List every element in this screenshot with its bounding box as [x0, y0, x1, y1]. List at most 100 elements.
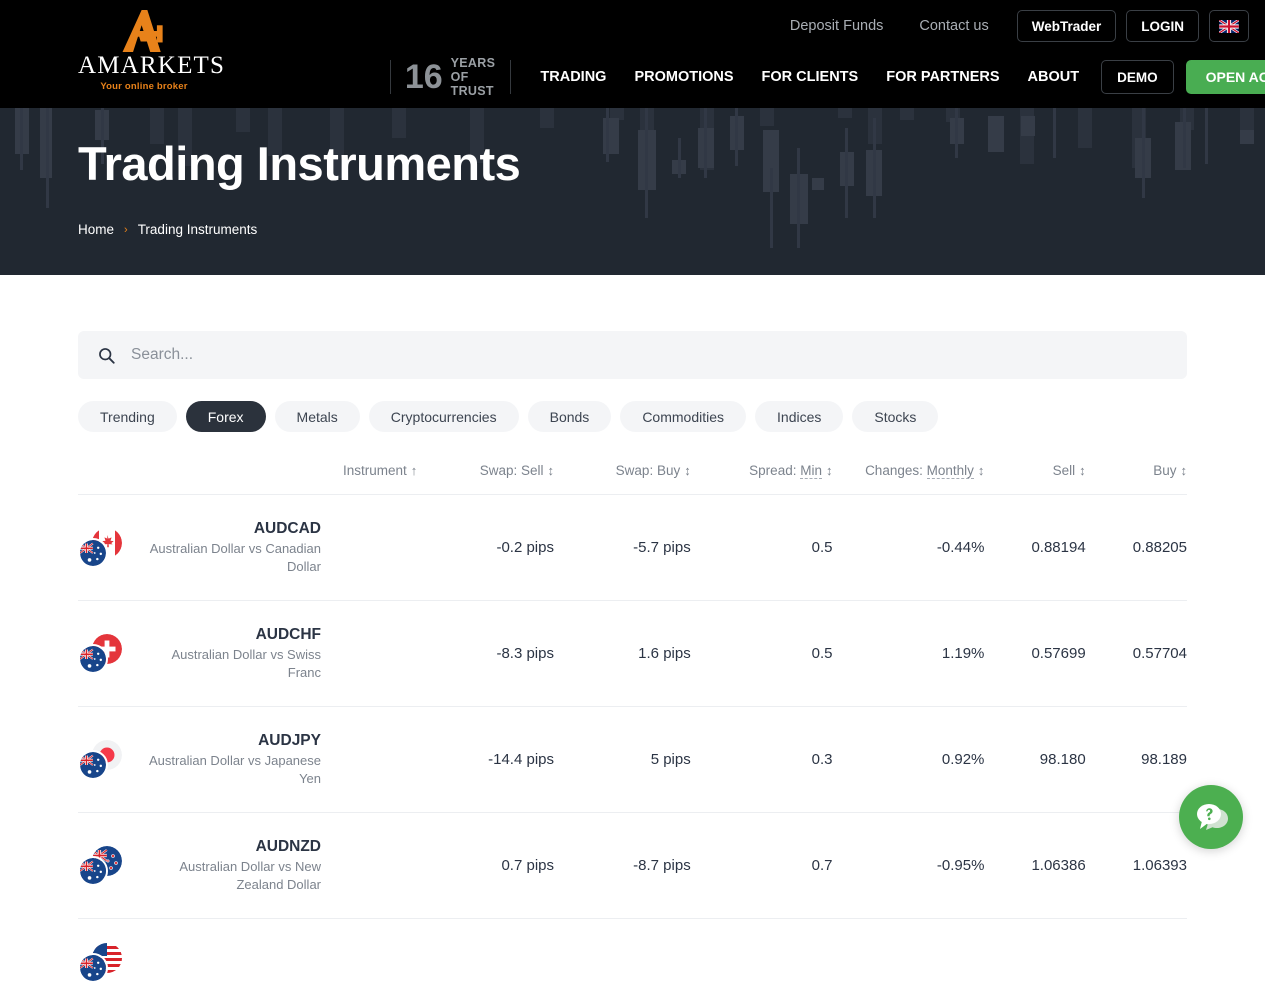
- main-nav: TRADING PROMOTIONS FOR CLIENTS FOR PARTN…: [510, 60, 1265, 94]
- hero-banner: Trading Instruments Home › Trading Instr…: [0, 108, 1265, 275]
- cell-swap-sell: -14.4 pips: [417, 707, 554, 813]
- cell-swap-buy: [554, 919, 691, 1007]
- deposit-funds-link[interactable]: Deposit Funds: [772, 10, 902, 42]
- instrument-flags: [78, 943, 122, 983]
- cell-buy: 0.88205: [1086, 495, 1187, 601]
- cell-spread: 0.7: [691, 813, 833, 919]
- table-row[interactable]: AUDNZD Australian Dollar vs New Zealand D…: [78, 813, 1187, 919]
- instrument-symbol: AUDJPY: [139, 731, 321, 750]
- spread-selector[interactable]: Min: [800, 463, 822, 479]
- instrument-description: Australian Dollar vs Japanese Yen: [139, 752, 321, 788]
- help-chat-button[interactable]: [1179, 785, 1243, 849]
- cell-sell: 0.88194: [984, 495, 1085, 601]
- flag-au-icon: [78, 953, 108, 983]
- column-header-sell[interactable]: Sell↕: [984, 463, 1085, 495]
- nav-item-promotions[interactable]: PROMOTIONS: [620, 60, 747, 94]
- page-title: Trading Instruments: [78, 136, 1265, 192]
- table-row[interactable]: AUDCHFAustralian Dollar vs Swiss Franc-8…: [78, 601, 1187, 707]
- cell-sell: 98.180: [984, 707, 1085, 813]
- cell-spread: 0.5: [691, 601, 833, 707]
- site-header: AMARKETS Your online broker Deposit Fund…: [0, 0, 1265, 108]
- filter-pill-trending[interactable]: Trending: [78, 401, 177, 432]
- nav-item-trading[interactable]: TRADING: [526, 60, 620, 94]
- cell-change: -0.95%: [833, 813, 985, 919]
- instrument-flags: [78, 846, 122, 886]
- cell-swap-sell: -0.2 pips: [417, 495, 554, 601]
- logo-tagline: Your online broker: [78, 81, 210, 92]
- trust-badge-number: 16: [405, 60, 443, 94]
- trust-badge-line1: YEARS: [451, 56, 496, 70]
- amarkets-a-icon: [113, 10, 174, 52]
- cell-spread: 0.3: [691, 707, 833, 813]
- filter-pill-metals[interactable]: Metals: [275, 401, 360, 432]
- column-header-spread[interactable]: Spread: Min↕: [691, 463, 833, 495]
- cell-buy: 1.06393: [1086, 813, 1187, 919]
- flag-au-icon: [78, 750, 108, 780]
- column-header-swap-buy[interactable]: Swap: Buy↕: [554, 463, 691, 495]
- cell-swap-sell: 0.7 pips: [417, 813, 554, 919]
- login-button[interactable]: LOGIN: [1126, 10, 1199, 42]
- cell-buy: [1086, 919, 1187, 1007]
- nav-item-for-partners[interactable]: FOR PARTNERS: [872, 60, 1013, 94]
- instrument-flags: [78, 528, 122, 568]
- cell-swap-buy: -8.7 pips: [554, 813, 691, 919]
- column-header-swap-sell[interactable]: Swap: Sell↕: [417, 463, 554, 495]
- breadcrumb-home[interactable]: Home: [78, 222, 114, 237]
- filter-pill-stocks[interactable]: Stocks: [852, 401, 938, 432]
- cell-sell: 1.06386: [984, 813, 1085, 919]
- nav-item-about[interactable]: ABOUT: [1014, 60, 1094, 94]
- language-selector-button[interactable]: [1209, 10, 1249, 42]
- instruments-table: Instrument↑ Swap: Sell↕ Swap: Buy↕ Sprea…: [78, 463, 1187, 1007]
- cell-swap-sell: -8.3 pips: [417, 601, 554, 707]
- instrument-description: Australian Dollar vs Canadian Dollar: [139, 540, 321, 576]
- column-header-instrument[interactable]: Instrument↑: [78, 463, 417, 495]
- search-bar[interactable]: [78, 331, 1187, 379]
- open-account-button[interactable]: OPEN ACCOUNT: [1186, 60, 1265, 94]
- instrument-flags: [78, 634, 122, 674]
- demo-button[interactable]: DEMO: [1101, 60, 1174, 94]
- cell-instrument: AUDCAD Australian Dollar vs Canadian Doll…: [78, 495, 417, 601]
- cell-change: 1.19%: [833, 601, 985, 707]
- column-header-changes[interactable]: Changes: Monthly↕: [833, 463, 985, 495]
- instrument-description: Australian Dollar vs New Zealand Dollar: [139, 858, 321, 894]
- breadcrumb: Home › Trading Instruments: [78, 222, 1265, 237]
- instrument-flags: [78, 740, 122, 780]
- search-icon: [98, 347, 115, 364]
- filter-pill-bonds[interactable]: Bonds: [528, 401, 612, 432]
- cell-swap-buy: -5.7 pips: [554, 495, 691, 601]
- cell-spread: 0.5: [691, 495, 833, 601]
- cell-buy: 0.57704: [1086, 601, 1187, 707]
- cell-sell: 0.57699: [984, 601, 1085, 707]
- sort-arrow-icon: ↕: [826, 463, 833, 478]
- cell-instrument: AUDNZD Australian Dollar vs New Zealand D…: [78, 813, 417, 919]
- cell-sell: [984, 919, 1085, 1007]
- cell-buy: 98.189: [1086, 707, 1187, 813]
- webtrader-button[interactable]: WebTrader: [1017, 10, 1117, 42]
- header-nav-row: 16 YEARS OF TRUST TRADING PROMOTIONS FOR…: [390, 56, 1265, 98]
- flag-au-icon: [78, 538, 108, 568]
- cell-spread: [691, 919, 833, 1007]
- nav-item-for-clients[interactable]: FOR CLIENTS: [748, 60, 873, 94]
- filter-pill-forex[interactable]: Forex: [186, 401, 266, 432]
- table-row[interactable]: AUDCAD Australian Dollar vs Canadian Doll…: [78, 495, 1187, 601]
- filter-pill-indices[interactable]: Indices: [755, 401, 843, 432]
- help-chat-icon: [1193, 801, 1229, 833]
- sort-arrow-icon: ↕: [548, 463, 555, 478]
- sort-arrow-icon: ↕: [684, 463, 691, 478]
- contact-us-link[interactable]: Contact us: [901, 10, 1006, 42]
- instrument-symbol: AUDNZD: [139, 837, 321, 856]
- cell-swap-buy: 1.6 pips: [554, 601, 691, 707]
- table-row[interactable]: AUDJPY Australian Dollar vs Japanese Yen -…: [78, 707, 1187, 813]
- column-header-buy[interactable]: Buy↕: [1086, 463, 1187, 495]
- table-row[interactable]: [78, 919, 1187, 1007]
- logo[interactable]: AMARKETS Your online broker: [78, 10, 210, 92]
- instrument-symbol: AUDCAD: [139, 519, 321, 538]
- trust-badge-line2: OF TRUST: [451, 70, 494, 98]
- search-input[interactable]: [131, 346, 1167, 364]
- filter-pill-cryptocurrencies[interactable]: Cryptocurrencies: [369, 401, 519, 432]
- breadcrumb-current: Trading Instruments: [138, 222, 258, 237]
- filter-pill-commodities[interactable]: Commodities: [620, 401, 746, 432]
- changes-period-selector[interactable]: Monthly: [927, 463, 974, 479]
- cell-change: 0.92%: [833, 707, 985, 813]
- sort-arrow-icon: ↕: [1181, 463, 1188, 478]
